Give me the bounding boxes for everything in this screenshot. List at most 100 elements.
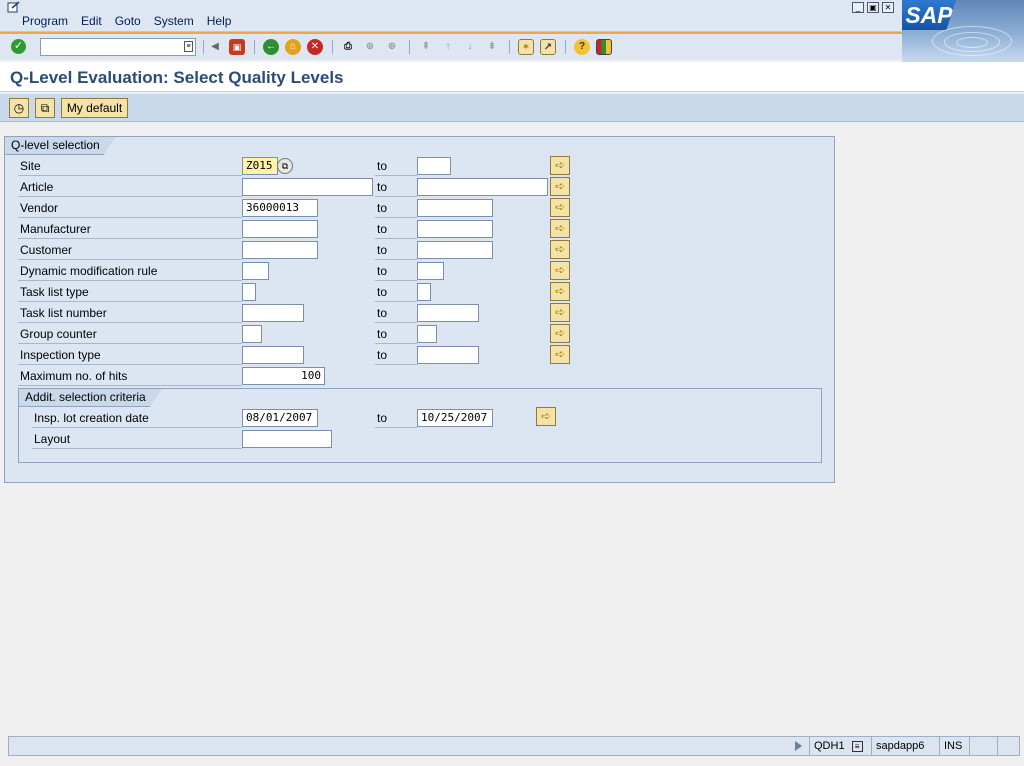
status-empty bbox=[969, 737, 997, 755]
print-icon[interactable]: ⎙ bbox=[340, 39, 356, 55]
page-title: Q-Level Evaluation: Select Quality Level… bbox=[10, 68, 344, 87]
back-arrow-icon[interactable]: ← bbox=[263, 39, 279, 55]
label-to: to bbox=[377, 222, 388, 236]
application-toolbar: ◷ ⧉ My default bbox=[0, 94, 1024, 122]
previous-page-icon[interactable]: ↑ bbox=[440, 39, 456, 55]
layout-menu-icon[interactable] bbox=[596, 39, 612, 55]
last-page-icon[interactable]: ⇟ bbox=[484, 39, 500, 55]
group-counter-from-field[interactable] bbox=[242, 325, 262, 343]
vendor-to-field[interactable] bbox=[417, 199, 493, 217]
sap-logo-text: SAP bbox=[902, 0, 956, 30]
label-to: to bbox=[377, 159, 388, 173]
multiple-selection-button[interactable]: ➪ bbox=[550, 345, 570, 364]
addit-selection-group: Addit. selection criteria Insp. lot crea… bbox=[18, 388, 822, 463]
cancel-icon[interactable]: ✕ bbox=[307, 39, 323, 55]
label-article: Article bbox=[20, 180, 54, 194]
multiple-selection-button[interactable]: ➪ bbox=[536, 407, 556, 426]
menu-options-icon[interactable] bbox=[7, 1, 21, 13]
status-system: QDH1 ≡ bbox=[809, 737, 867, 755]
close-window-icon[interactable]: ✕ bbox=[882, 2, 894, 13]
max-hits-field[interactable]: 100 bbox=[242, 367, 325, 385]
manufacturer-from-field[interactable] bbox=[242, 220, 318, 238]
date-from-field[interactable]: 08/01/2007 bbox=[242, 409, 318, 427]
label-to: to bbox=[377, 411, 388, 425]
multiple-selection-button[interactable]: ➪ bbox=[550, 303, 570, 322]
maximize-icon[interactable]: ▣ bbox=[867, 2, 879, 13]
command-history-icon[interactable]: ≡ bbox=[184, 41, 193, 52]
multiple-selection-button[interactable]: ➪ bbox=[550, 282, 570, 301]
multiple-selection-button[interactable]: ➪ bbox=[550, 177, 570, 196]
menu-edit[interactable]: Edit bbox=[81, 14, 102, 28]
title-bar: Q-Level Evaluation: Select Quality Level… bbox=[0, 62, 1024, 92]
menu-bar: Program Edit Goto System Help _ ▣ ✕ bbox=[0, 0, 1024, 32]
menu-system[interactable]: System bbox=[154, 14, 194, 28]
command-field[interactable]: ≡ bbox=[40, 38, 196, 56]
dynamic-modification-rule-from-field[interactable] bbox=[242, 262, 269, 280]
menu-goto[interactable]: Goto bbox=[115, 14, 141, 28]
task-list-type-from-field[interactable] bbox=[242, 283, 256, 301]
create-session-icon[interactable]: ✶ bbox=[518, 39, 534, 55]
article-to-field[interactable] bbox=[417, 178, 548, 196]
standard-toolbar: ✓ ≡ ◀ ▣ ← ⌂ ✕ ⎙ ⊕ ⊕ ⇞ ↑ ↓ ⇟ ✶ ↗ ? bbox=[0, 32, 902, 60]
status-resize-grip bbox=[997, 737, 1019, 755]
next-page-icon[interactable]: ↓ bbox=[462, 39, 478, 55]
status-expand-icon[interactable] bbox=[795, 741, 802, 751]
sap-logo: SAP bbox=[902, 0, 1024, 62]
exit-icon[interactable]: ⌂ bbox=[285, 39, 301, 55]
task-list-number-from-field[interactable] bbox=[242, 304, 304, 322]
task-list-number-to-field[interactable] bbox=[417, 304, 479, 322]
label-max-hits: Maximum no. of hits bbox=[20, 369, 128, 383]
find-next-icon[interactable]: ⊕ bbox=[384, 39, 400, 55]
first-page-icon[interactable]: ⇞ bbox=[418, 39, 434, 55]
site-to-field[interactable] bbox=[417, 157, 451, 175]
enter-check-icon[interactable]: ✓ bbox=[11, 39, 26, 54]
manufacturer-to-field[interactable] bbox=[417, 220, 493, 238]
back-triangle-icon[interactable]: ◀ bbox=[207, 39, 223, 55]
group-title: Q-level selection bbox=[5, 137, 116, 155]
execute-clock-icon[interactable]: ◷ bbox=[9, 98, 29, 118]
multiple-selection-button[interactable]: ➪ bbox=[550, 198, 570, 217]
my-default-button[interactable]: My default bbox=[61, 98, 128, 118]
dynamic-modification-rule-to-field[interactable] bbox=[417, 262, 444, 280]
save-icon[interactable]: ▣ bbox=[229, 39, 245, 55]
status-bar: QDH1 ≡ sapdapp6 INS bbox=[8, 736, 1020, 756]
customer-to-field[interactable] bbox=[417, 241, 493, 259]
task-list-type-to-field[interactable] bbox=[417, 283, 431, 301]
site-from-field[interactable]: Z015 bbox=[242, 157, 278, 175]
group-counter-to-field[interactable] bbox=[417, 325, 437, 343]
label-task-list-type: Task list type bbox=[20, 285, 89, 299]
article-from-field[interactable] bbox=[242, 178, 373, 196]
layout-field[interactable] bbox=[242, 430, 332, 448]
multiple-selection-button[interactable]: ➪ bbox=[550, 240, 570, 259]
label-insp-lot-creation-date: Insp. lot creation date bbox=[34, 411, 149, 425]
menu-help[interactable]: Help bbox=[207, 14, 232, 28]
command-input[interactable] bbox=[41, 39, 179, 55]
multiple-selection-button[interactable]: ➪ bbox=[550, 219, 570, 238]
shortcut-icon[interactable]: ↗ bbox=[540, 39, 556, 55]
date-to-field[interactable]: 10/25/2007 bbox=[417, 409, 493, 427]
customer-from-field[interactable] bbox=[242, 241, 318, 259]
find-icon[interactable]: ⊕ bbox=[362, 39, 378, 55]
label-customer: Customer bbox=[20, 243, 73, 257]
help-icon[interactable]: ? bbox=[574, 39, 590, 55]
multiple-selection-button[interactable]: ➪ bbox=[550, 324, 570, 343]
label-to: to bbox=[377, 243, 388, 257]
label-layout: Layout bbox=[34, 432, 71, 446]
value-help-icon[interactable]: ⧉ bbox=[277, 158, 293, 174]
label-group-counter: Group counter bbox=[20, 327, 97, 341]
label-vendor: Vendor bbox=[20, 201, 59, 215]
menu-program[interactable]: Program bbox=[22, 14, 68, 28]
multiple-selection-button[interactable]: ➪ bbox=[550, 261, 570, 280]
get-variant-icon[interactable]: ⧉ bbox=[35, 98, 55, 118]
inspection-type-from-field[interactable] bbox=[242, 346, 304, 364]
label-inspection-type: Inspection type bbox=[20, 348, 101, 362]
system-info-icon[interactable]: ≡ bbox=[851, 740, 863, 752]
label-to: to bbox=[377, 264, 388, 278]
minimize-icon[interactable]: _ bbox=[852, 2, 864, 13]
label-to: to bbox=[377, 348, 388, 362]
label-task-list-number: Task list number bbox=[20, 306, 107, 320]
multiple-selection-button[interactable]: ➪ bbox=[550, 156, 570, 175]
system-id: QDH1 bbox=[814, 740, 845, 752]
vendor-from-field[interactable]: 36000013 bbox=[242, 199, 318, 217]
inspection-type-to-field[interactable] bbox=[417, 346, 479, 364]
